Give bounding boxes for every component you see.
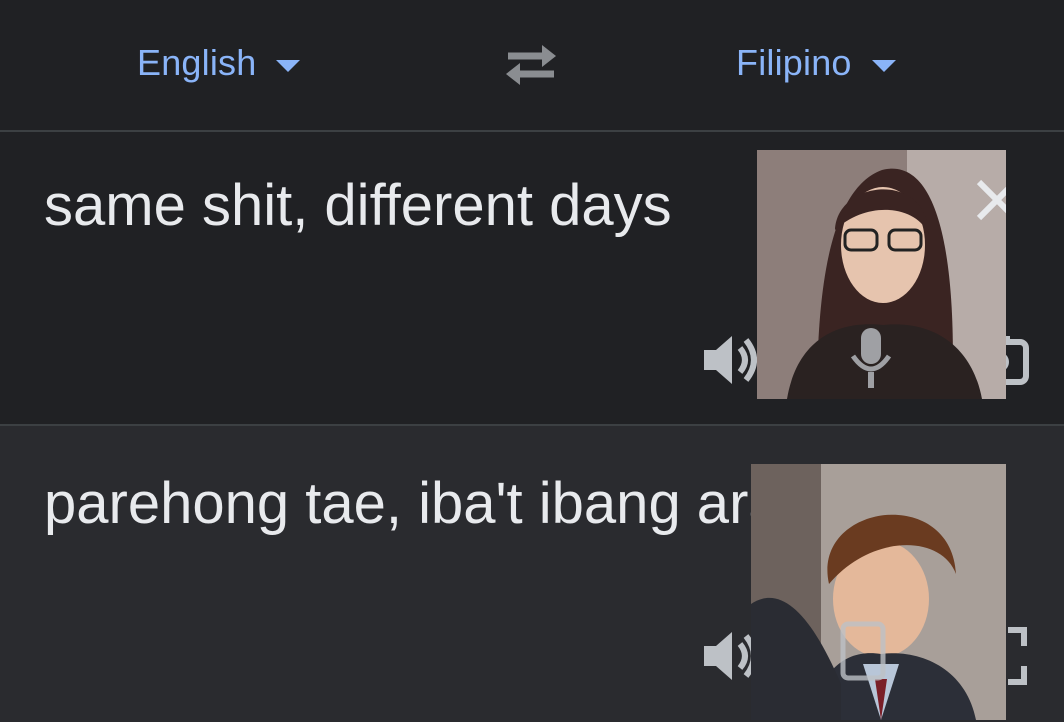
source-text[interactable]: same shit, different days — [44, 172, 672, 239]
source-language-selector[interactable]: English — [137, 40, 301, 86]
caret-down-icon — [276, 60, 301, 72]
caret-down-icon — [871, 60, 896, 72]
swap-arrows-icon[interactable] — [500, 40, 562, 88]
close-icon[interactable] — [975, 178, 1006, 222]
speaker-icon[interactable] — [700, 332, 762, 388]
source-language-label: English — [137, 42, 257, 83]
boy-reaction-photo — [751, 464, 1006, 720]
translated-text: parehong tae, iba't ibang araw — [44, 471, 823, 536]
girl-reaction-photo — [757, 150, 1006, 399]
copy-icon[interactable] — [837, 620, 891, 684]
language-bar: English Filipino — [0, 0, 1064, 132]
target-language-selector[interactable]: Filipino — [736, 40, 896, 86]
microphone-icon[interactable] — [849, 326, 893, 390]
target-language-label: Filipino — [736, 42, 852, 83]
